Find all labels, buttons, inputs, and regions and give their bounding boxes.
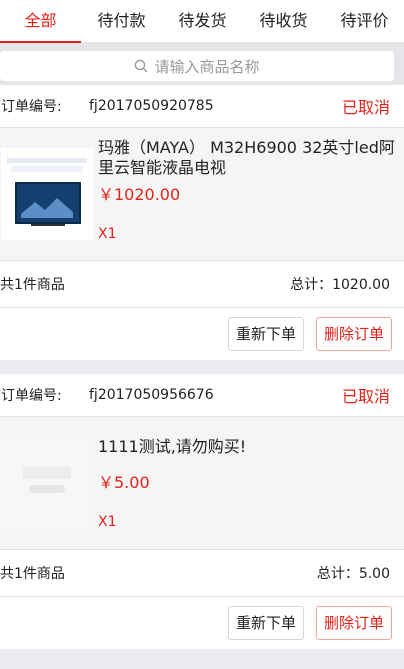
tab-all[interactable]: 全部	[0, 0, 81, 43]
reorder-button[interactable]: 重新下单	[227, 317, 304, 351]
tv-product-icon	[1, 148, 93, 240]
order-actions: 重新下单 删除订单	[0, 597, 404, 649]
item-count: 共1件商品	[0, 277, 65, 293]
delete-order-button[interactable]: 删除订单	[315, 317, 392, 351]
order-no: fj2017050956676	[89, 387, 214, 403]
tab-pending-payment[interactable]: 待付款	[81, 0, 162, 42]
order-status: 已取消	[341, 387, 390, 406]
item-title: 玛雅（MAYA） M32H6900 32英寸led阿里云智能液晶电视	[98, 138, 395, 177]
search-placeholder: 请输入商品名称	[154, 57, 260, 76]
order-total: 总计：1020.00	[290, 277, 390, 293]
order-header: 订单编号: fj2017050956676 已取消	[0, 374, 404, 417]
list-end-spacer	[0, 649, 404, 669]
delete-order-button[interactable]: 删除订单	[315, 606, 392, 640]
item-title: 1111测试,请勿购买!	[98, 437, 247, 456]
order-card: 订单编号: fj2017050920785 已取消 玛雅（MAYA） M32H6…	[0, 85, 404, 360]
reorder-button[interactable]: 重新下单	[227, 606, 304, 640]
order-no: fj2017050920785	[89, 98, 214, 114]
placeholder-logo-icon	[1, 437, 93, 529]
item-qty: X1	[98, 226, 117, 242]
search-input[interactable]: 请输入商品名称	[0, 51, 394, 81]
tab-pending-shipment[interactable]: 待发货	[162, 0, 243, 42]
tab-pending-receipt[interactable]: 待收货	[243, 0, 324, 42]
tab-pending-review[interactable]: 待评价	[324, 0, 404, 42]
item-count: 共1件商品	[0, 566, 65, 582]
search-bar: 请输入商品名称	[0, 43, 404, 85]
order-item[interactable]: 玛雅（MAYA） M32H6900 32英寸led阿里云智能液晶电视 ￥1020…	[0, 128, 404, 261]
order-item[interactable]: 1111测试,请勿购买! ￥5.00 X1	[0, 417, 404, 550]
order-no-label: 订单编号:	[1, 388, 62, 404]
order-status: 已取消	[341, 98, 390, 117]
search-icon	[135, 59, 148, 73]
order-total: 总计：5.00	[316, 566, 390, 582]
order-no-label: 订单编号:	[1, 99, 62, 115]
order-card: 订单编号: fj2017050956676 已取消 1111测试,请勿购买! ￥…	[0, 374, 404, 649]
order-tabs: 全部 待付款 待发货 待收货 待评价	[0, 0, 404, 43]
order-summary: 共1件商品 总计：1020.00	[0, 261, 404, 308]
order-summary: 共1件商品 总计：5.00	[0, 550, 404, 597]
item-qty: X1	[98, 514, 117, 530]
order-actions: 重新下单 删除订单	[0, 308, 404, 360]
order-header: 订单编号: fj2017050920785 已取消	[0, 85, 404, 128]
item-price: ￥5.00	[98, 473, 150, 492]
item-price: ￥1020.00	[98, 185, 181, 204]
